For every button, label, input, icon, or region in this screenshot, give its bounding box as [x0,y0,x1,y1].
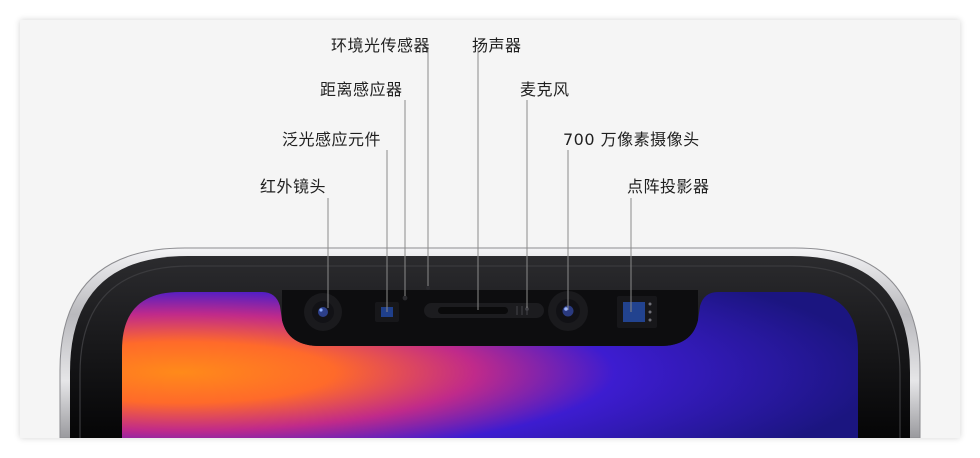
dot-projector-icon [617,296,657,328]
proximity-sensor-icon [402,295,408,301]
label-infrared-camera: 红外镜头 [260,177,327,196]
label-microphone: 麦克风 [520,80,570,99]
ambient-light-sensor-icon [426,286,430,290]
label-dot-projector: 点阵投影器 [627,177,710,196]
infrared-camera-icon [304,293,342,331]
speaker-grille-icon [424,303,544,318]
image-frame: 环境光传感器 扬声器 距离感应器 麦克风 泛光感应元件 700 万像素摄像头 红… [0,0,980,458]
label-flood-illuminator: 泛光感应元件 [282,130,382,149]
label-ambient-light-sensor: 环境光传感器 [331,36,431,55]
iphone-x-sensor-housing-illustration [59,48,921,438]
label-speaker: 扬声器 [472,36,522,55]
label-front-camera: 700 万像素摄像头 [563,130,700,149]
label-proximity-sensor: 距离感应器 [320,80,403,99]
diagram-panel: 环境光传感器 扬声器 距离感应器 麦克风 泛光感应元件 700 万像素摄像头 红… [20,20,960,438]
